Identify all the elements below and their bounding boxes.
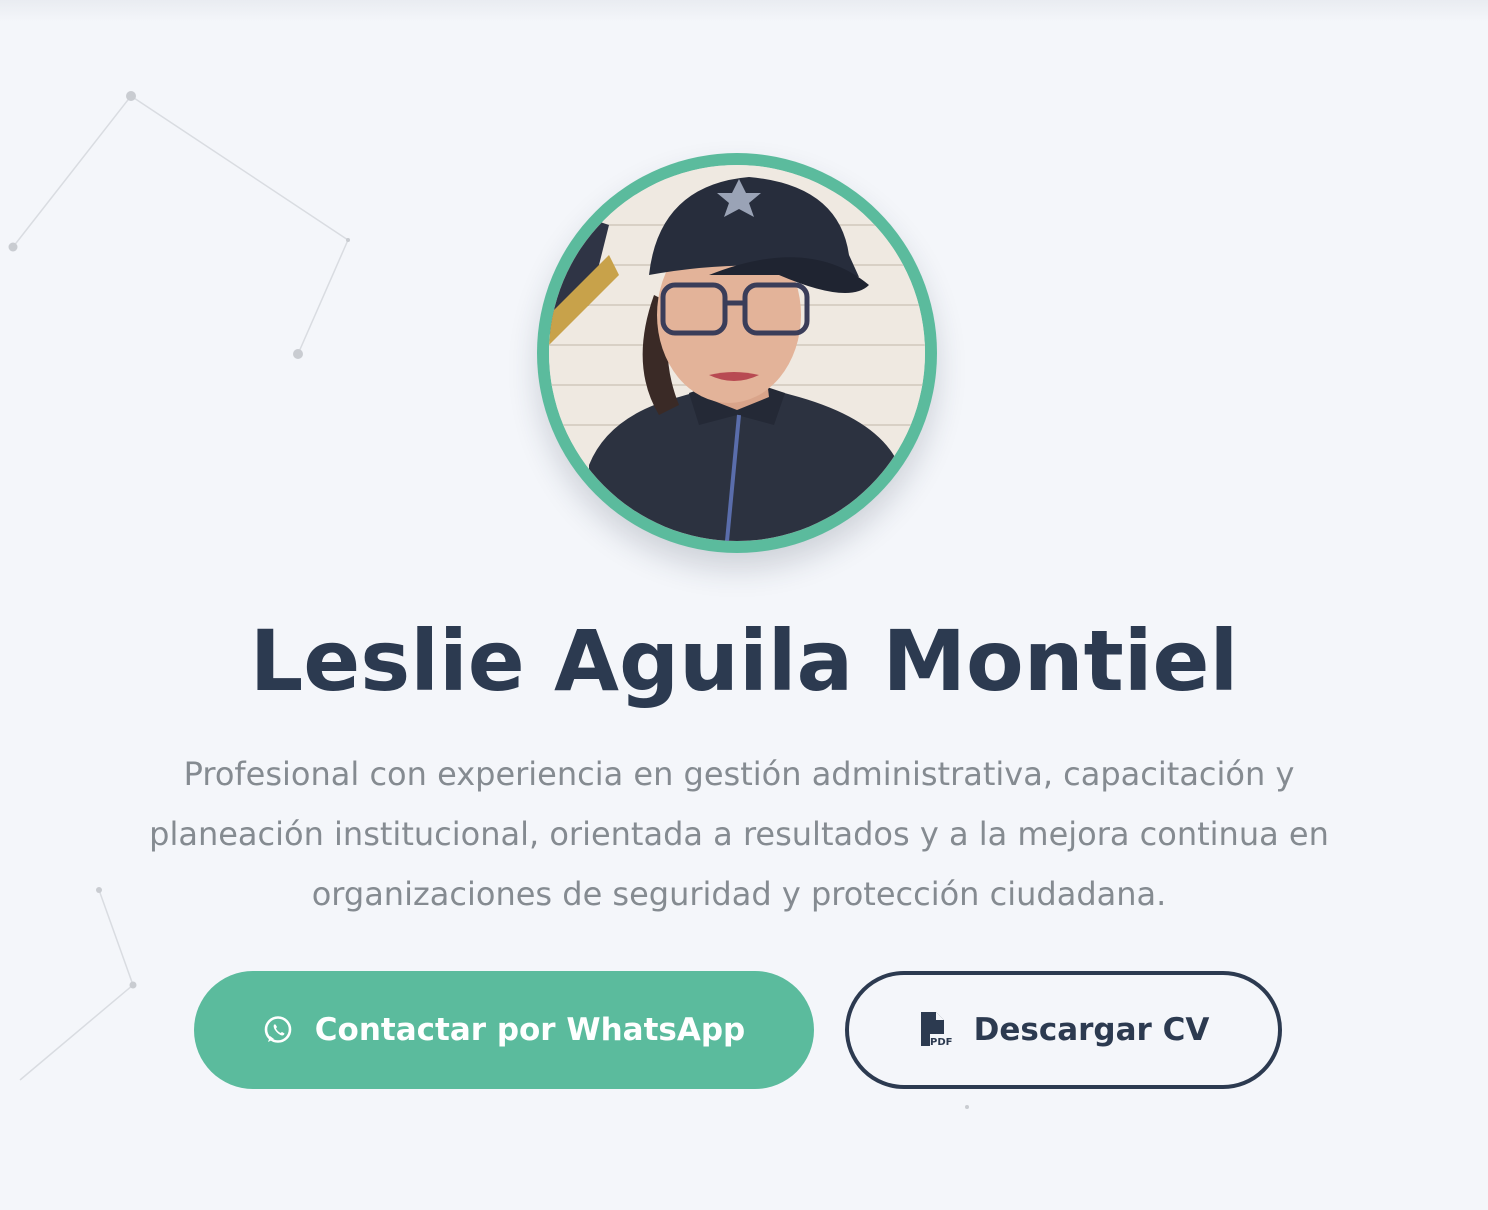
- profile-avatar: [537, 153, 937, 553]
- cv-button-label: Descargar CV: [973, 1012, 1210, 1048]
- profile-name: Leslie Aguila Montiel: [249, 612, 1239, 710]
- whatsapp-icon: [263, 1015, 293, 1045]
- pdf-file-icon: PDF: [918, 1012, 952, 1048]
- svg-text:PDF: PDF: [930, 1037, 952, 1048]
- profile-bio: Profesional con experiencia en gestión a…: [149, 755, 1329, 913]
- whatsapp-contact-button[interactable]: Contactar por WhatsApp: [194, 971, 814, 1089]
- download-cv-button[interactable]: PDF Descargar CV: [845, 971, 1282, 1089]
- profile-photo: [549, 165, 925, 541]
- whatsapp-button-label: Contactar por WhatsApp: [314, 1012, 746, 1048]
